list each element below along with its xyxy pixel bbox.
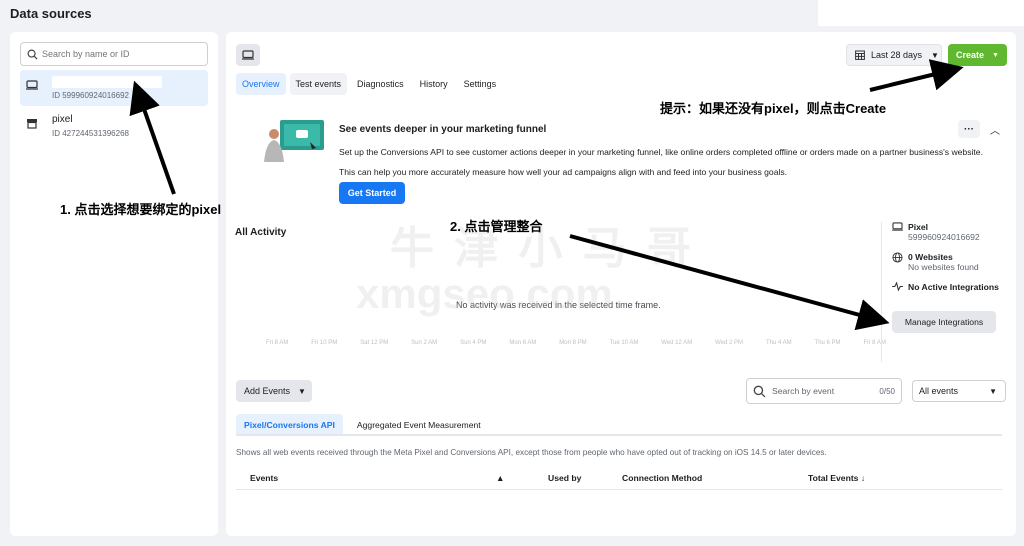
arrow-to-source: [129, 80, 176, 195]
arrow-to-manage-integrations: [569, 234, 890, 331]
arrow-to-create: [869, 59, 964, 92]
annotation-arrows: [129, 59, 964, 331]
